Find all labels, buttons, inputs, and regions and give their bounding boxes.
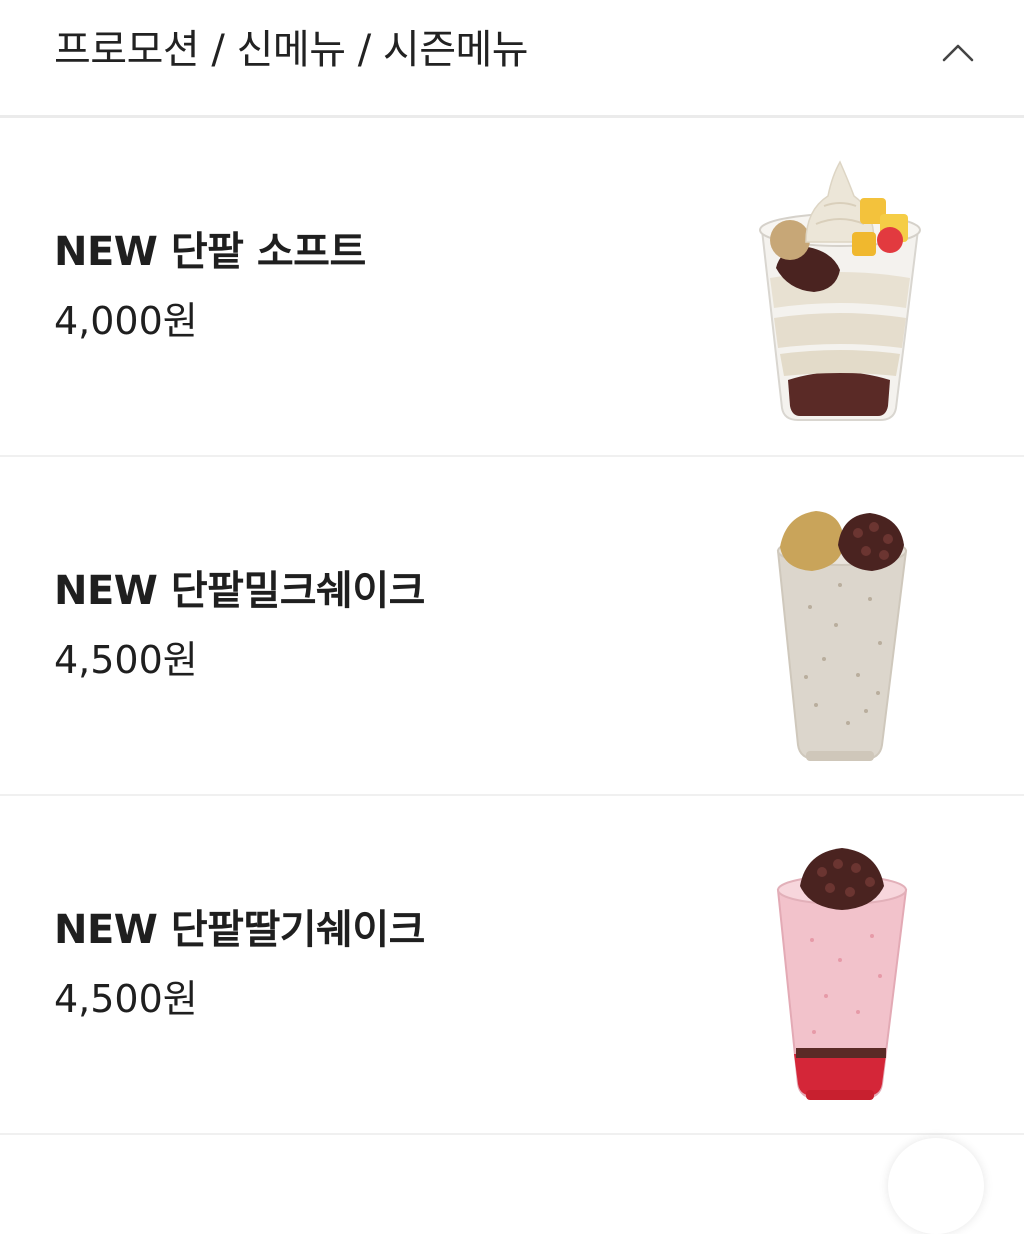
menu-item-name: NEW 단팥딸기쉐이크 [54, 907, 425, 953]
scroll-top-button[interactable] [888, 1138, 984, 1234]
menu-item-price: 4,500원 [54, 977, 198, 1021]
menu-item[interactable]: NEW 단팥딸기쉐이크 4,500원 [0, 796, 1024, 1135]
menu-list: NEW 단팥 소프트 4,000원 NEW 단팥밀크쉐이크 4,500원 NEW… [0, 118, 1024, 1135]
red-bean-soft-serve-image [759, 160, 921, 421]
chevron-up-icon[interactable] [936, 30, 980, 74]
menu-item-price: 4,000원 [54, 299, 198, 343]
red-bean-strawberry-shake-image [776, 848, 908, 1100]
red-bean-milkshake-image [776, 511, 908, 761]
menu-item[interactable]: NEW 단팥 소프트 4,000원 [0, 118, 1024, 457]
menu-item-price: 4,500원 [54, 638, 198, 682]
category-header[interactable]: 프로모션 / 신메뉴 / 시즌메뉴 [0, 0, 1024, 118]
category-title: 프로모션 / 신메뉴 / 시즌메뉴 [54, 27, 529, 73]
menu-item-name: NEW 단팥밀크쉐이크 [54, 568, 425, 614]
menu-item[interactable]: NEW 단팥밀크쉐이크 4,500원 [0, 457, 1024, 796]
menu-item-name: NEW 단팥 소프트 [54, 229, 366, 275]
